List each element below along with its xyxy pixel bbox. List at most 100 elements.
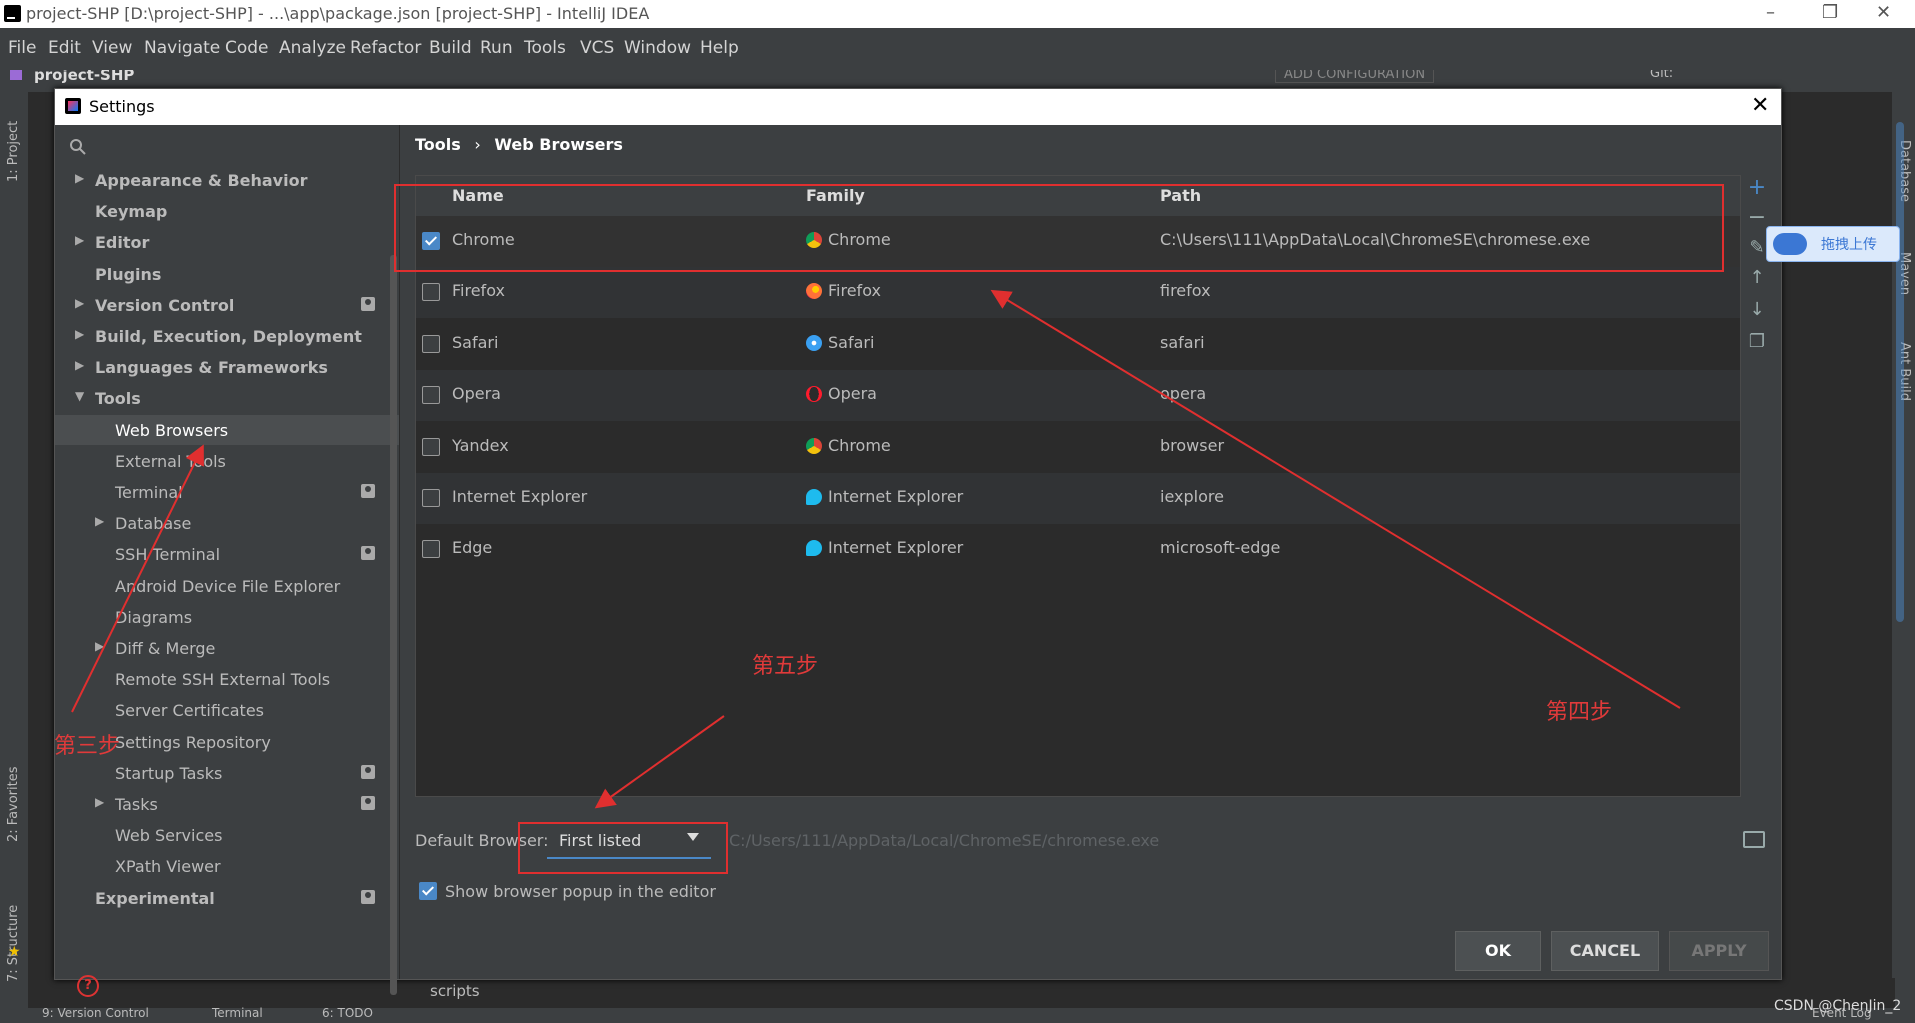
table-row[interactable]: Edge Internet Explorer microsoft-edge: [416, 524, 1740, 575]
git-label: Git:: [1650, 70, 1674, 81]
chevron-right-icon[interactable]: ▶: [75, 171, 84, 185]
nav-project[interactable]: project-SHP: [34, 70, 134, 84]
browser-path-cell[interactable]: browser: [1160, 436, 1224, 455]
add-icon[interactable]: +: [1745, 175, 1769, 200]
menu-tools[interactable]: Tools: [524, 38, 566, 58]
table-row[interactable]: Yandex Chrome browser: [416, 422, 1740, 473]
tree-item[interactable]: Web Services: [55, 820, 399, 850]
tree-scrollbar[interactable]: [390, 255, 397, 995]
version-control-tab[interactable]: 9: Version Control: [42, 1006, 149, 1020]
menu-edit[interactable]: Edit: [48, 38, 81, 58]
table-row[interactable]: Firefox Firefox firefox: [416, 267, 1740, 318]
browser-enabled-checkbox[interactable]: [422, 386, 440, 404]
settings-app-icon: [65, 98, 81, 114]
tree-item[interactable]: ▶ Version Control: [55, 290, 399, 320]
tree-item-label: SSH Terminal: [115, 545, 221, 564]
tree-item[interactable]: Diagrams: [55, 602, 399, 632]
favorites-tool-tab[interactable]: 2: Favorites: [6, 766, 21, 842]
menu-window[interactable]: Window: [624, 38, 691, 58]
browser-path-cell[interactable]: iexplore: [1160, 487, 1224, 506]
tree-item[interactable]: ▶ Build, Execution, Deployment: [55, 321, 399, 351]
chevron-right-icon[interactable]: ▶: [75, 233, 84, 247]
table-row[interactable]: Opera Opera opera: [416, 370, 1740, 421]
tree-item-label: Plugins: [95, 265, 162, 284]
terminal-tab[interactable]: Terminal: [212, 1006, 263, 1020]
tree-item[interactable]: XPath Viewer: [55, 851, 399, 881]
chevron-right-icon[interactable]: ▶: [95, 639, 104, 653]
chevron-right-icon[interactable]: ▶: [75, 327, 84, 341]
browser-enabled-checkbox[interactable]: [422, 489, 440, 507]
move-down-icon[interactable]: ↓: [1745, 299, 1769, 323]
menu-code[interactable]: Code: [225, 38, 269, 58]
table-row[interactable]: Internet Explorer Internet Explorer iexplo…: [416, 473, 1740, 524]
table-row[interactable]: Safari Safari safari: [416, 319, 1740, 370]
tree-item[interactable]: Terminal: [55, 477, 399, 507]
browser-enabled-checkbox[interactable]: [422, 540, 440, 558]
minimize-icon[interactable]: –: [1766, 2, 1775, 23]
menu-build[interactable]: Build: [429, 38, 472, 58]
browser-path-cell[interactable]: opera: [1160, 384, 1206, 403]
menu-navigate[interactable]: Navigate: [144, 38, 220, 58]
project-settings-icon: [361, 765, 375, 779]
tree-item[interactable]: Remote SSH External Tools: [55, 664, 399, 694]
menu-run[interactable]: Run: [480, 38, 513, 58]
chevron-down-icon[interactable]: ▼: [75, 389, 84, 403]
menu-view[interactable]: View: [92, 38, 132, 58]
menu-help[interactable]: Help: [700, 38, 739, 58]
tree-item[interactable]: ▶ Diff & Merge: [55, 633, 399, 663]
menu-refactor[interactable]: Refactor: [350, 38, 421, 58]
show-popup-checkbox[interactable]: [419, 882, 437, 900]
browser-enabled-checkbox[interactable]: [422, 335, 440, 353]
todo-tab[interactable]: 6: TODO: [322, 1006, 373, 1020]
folder-icon[interactable]: [1743, 831, 1765, 848]
project-tool-tab[interactable]: 1: Project: [6, 121, 21, 182]
dialog-close-icon[interactable]: ✕: [1751, 93, 1769, 118]
browser-path-cell[interactable]: firefox: [1160, 281, 1211, 300]
tree-item-label: Database: [115, 514, 192, 533]
remove-icon[interactable]: −: [1745, 205, 1769, 230]
tree-item[interactable]: Plugins: [55, 259, 399, 289]
default-browser-path-field[interactable]: C:/Users/111/AppData/Local/ChromeSE/chro…: [729, 831, 1159, 850]
tree-item[interactable]: SSH Terminal: [55, 539, 399, 569]
apply-button[interactable]: APPLY: [1669, 931, 1769, 971]
move-up-icon[interactable]: ↑: [1745, 267, 1769, 291]
ok-button[interactable]: OK: [1455, 931, 1541, 971]
tree-item[interactable]: ▼ Tools: [55, 383, 399, 413]
browser-enabled-checkbox[interactable]: [422, 283, 440, 301]
tree-item[interactable]: External Tools: [55, 446, 399, 476]
copy-icon[interactable]: ❐: [1745, 331, 1769, 355]
browser-path-cell[interactable]: microsoft-edge: [1160, 538, 1280, 557]
tree-item[interactable]: Web Browsers: [55, 415, 399, 445]
breadcrumb-parent[interactable]: Tools: [415, 135, 461, 154]
browser-family-cell: Chrome: [828, 436, 891, 455]
chevron-right-icon[interactable]: ▶: [75, 296, 84, 310]
tree-item[interactable]: Keymap: [55, 196, 399, 226]
add-configuration-button[interactable]: ADD CONFIGURATION: [1275, 70, 1435, 83]
tree-item[interactable]: ▶ Languages & Frameworks: [55, 352, 399, 382]
browser-path-cell[interactable]: safari: [1160, 333, 1205, 352]
help-icon[interactable]: ?: [77, 975, 99, 997]
chevron-right-icon[interactable]: ▶: [95, 795, 104, 809]
tree-item[interactable]: Android Device File Explorer: [55, 571, 399, 601]
settings-search-input[interactable]: [65, 133, 390, 159]
tree-item[interactable]: Experimental: [55, 883, 399, 913]
menu-analyze[interactable]: Analyze: [279, 38, 346, 58]
browser-enabled-checkbox[interactable]: [422, 438, 440, 456]
tree-item[interactable]: Server Certificates: [55, 695, 399, 725]
chevron-right-icon[interactable]: ▶: [95, 514, 104, 528]
cancel-button[interactable]: CANCEL: [1551, 931, 1659, 971]
tree-item[interactable]: ▶ Tasks: [55, 789, 399, 819]
upload-widget[interactable]: 拖拽上传: [1766, 226, 1900, 262]
close-window-icon[interactable]: ✕: [1876, 2, 1891, 23]
tree-item[interactable]: ▶ Editor: [55, 227, 399, 257]
tree-item[interactable]: Startup Tasks: [55, 758, 399, 788]
tree-item-label: Startup Tasks: [115, 764, 223, 783]
tree-item[interactable]: ▶ Appearance & Behavior: [55, 165, 399, 195]
restore-icon[interactable]: ❐: [1822, 2, 1838, 23]
tree-item[interactable]: ▶ Database: [55, 508, 399, 538]
editor-scrollbar[interactable]: [1896, 122, 1904, 622]
menu-file[interactable]: File: [8, 38, 36, 58]
menu-vcs[interactable]: VCS: [580, 38, 614, 58]
browser-family-cell: Safari: [828, 333, 875, 352]
chevron-right-icon[interactable]: ▶: [75, 358, 84, 372]
